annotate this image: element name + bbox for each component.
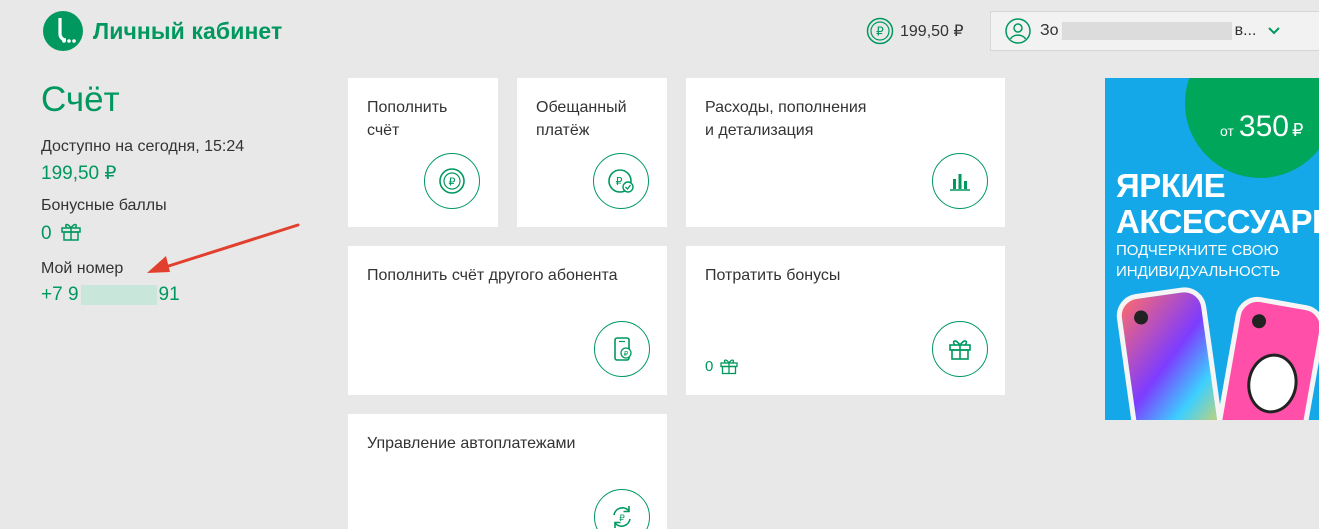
banner-headline-line-1: ЯРКИЕ — [1116, 167, 1226, 204]
my-number-blurred — [80, 284, 157, 305]
tile-topup-other-icon: ₽ — [594, 321, 650, 377]
logo-text: Личный кабинет — [93, 17, 283, 44]
svg-text:₽: ₽ — [619, 514, 625, 524]
tile-promised-icon: ₽ — [593, 153, 649, 209]
bonus-label: Бонусные баллы — [41, 197, 167, 214]
tile-autopay[interactable]: Управление автоплатежами ₽ — [348, 414, 667, 529]
user-name-blurred — [1061, 22, 1232, 40]
my-number: +7 9 91 — [41, 284, 180, 306]
bonus-points: 0 — [41, 220, 82, 245]
my-number-prefix: +7 9 — [41, 284, 79, 305]
svg-text:₽: ₽ — [876, 25, 884, 39]
tile-spend-bonus[interactable]: Потратить бонусы 0 — [686, 246, 1005, 395]
chevron-down-icon[interactable] — [1268, 27, 1281, 35]
logo[interactable]: Личный кабинет — [43, 11, 282, 51]
phone-ruble-icon: ₽ — [614, 337, 632, 361]
refresh-ruble-icon: ₽ — [613, 506, 631, 528]
banner-subtitle-line-1: ПОДЧЕРКНИТЕ СВОЮ — [1116, 242, 1279, 259]
tile-spend-bonus-points: 0 — [705, 357, 739, 375]
banner-headline-line-2: АКСЕССУАРЫ — [1116, 203, 1319, 240]
available-balance: 199,50 ₽ — [41, 163, 117, 184]
gift-icon — [720, 359, 738, 375]
tile-topup[interactable]: Пополнить счёт ₽ — [348, 78, 498, 227]
tile-topup-title: Пополнить счёт — [367, 99, 448, 139]
tile-topup-other-title: Пополнить счёт другого абонента — [367, 267, 618, 284]
red-arrow-annotation — [147, 223, 300, 273]
tile-expenses-title: Расходы, пополнения и детализация — [705, 99, 867, 139]
tile-spend-bonus-title: Потратить бонусы — [705, 267, 841, 284]
my-number-label: Мой номер — [41, 260, 124, 277]
tile-topup-icon: ₽ — [424, 153, 480, 209]
my-number-suffix: 91 — [158, 284, 180, 305]
svg-text:₽: ₽ — [624, 350, 629, 358]
banner-price-amount: 350 — [1238, 110, 1289, 143]
user-name-suffix: в... — [1234, 22, 1257, 39]
header-balance-value: 199,50 ₽ — [900, 23, 964, 40]
banner-subtitle: ПОДЧЕРКНИТЕ СВОЮ ИНДИВИДУАЛЬНОСТЬ — [1116, 240, 1280, 282]
svg-text:₽: ₽ — [449, 176, 456, 189]
banner-price-currency: ₽ — [1291, 120, 1304, 140]
tile-expenses[interactable]: Расходы, пополнения и детализация — [686, 78, 1005, 227]
tile-promised-title: Обещанный платёж — [536, 99, 627, 139]
tile-spend-bonus-icon — [932, 321, 988, 377]
user-name-prefix: Зо — [1040, 22, 1059, 39]
tile-autopay-title: Управление автоплатежами — [367, 435, 576, 452]
tile-promised-payment[interactable]: Обещанный платёж ₽ — [517, 78, 667, 227]
bar-chart-icon — [950, 174, 970, 191]
header-balance[interactable]: ₽ 199,50 ₽ — [866, 17, 964, 45]
tile-topup-other[interactable]: Пополнить счёт другого абонента ₽ — [348, 246, 667, 395]
user-avatar-icon — [1005, 18, 1031, 44]
tile-expenses-icon — [932, 153, 988, 209]
ruble-check-icon: ₽ — [608, 169, 634, 193]
user-menu[interactable]: Зо в... — [990, 11, 1319, 51]
banner-price: от 350 ₽ — [1220, 110, 1303, 144]
banner-headline: ЯРКИЕ АКСЕССУАРЫ — [1116, 168, 1319, 240]
tile-spend-bonus-value: 0 — [705, 357, 714, 375]
ruble-coin-icon: ₽ — [866, 17, 894, 45]
banner-subtitle-line-2: ИНДИВИДУАЛЬНОСТЬ — [1116, 263, 1281, 280]
gift-icon — [949, 340, 971, 360]
ruble-coin-icon: ₽ — [439, 168, 465, 194]
bonus-value: 0 — [41, 223, 52, 244]
gift-icon — [60, 223, 81, 241]
promo-banner[interactable]: от 350 ₽ ЯРКИЕ АКСЕССУАРЫ ПОДЧЕРКНИТЕ СВ… — [1105, 78, 1319, 420]
svg-text:₽: ₽ — [616, 175, 623, 188]
banner-price-from: от — [1220, 123, 1234, 139]
megafon-logo-icon — [43, 11, 83, 51]
banner-phone-case-image — [1113, 284, 1227, 420]
tile-autopay-icon: ₽ — [594, 489, 650, 529]
banner-phone-case-image — [1211, 293, 1319, 420]
available-label: Доступно на сегодня, 15:24 — [41, 138, 245, 155]
page-title: Счёт — [41, 80, 120, 119]
